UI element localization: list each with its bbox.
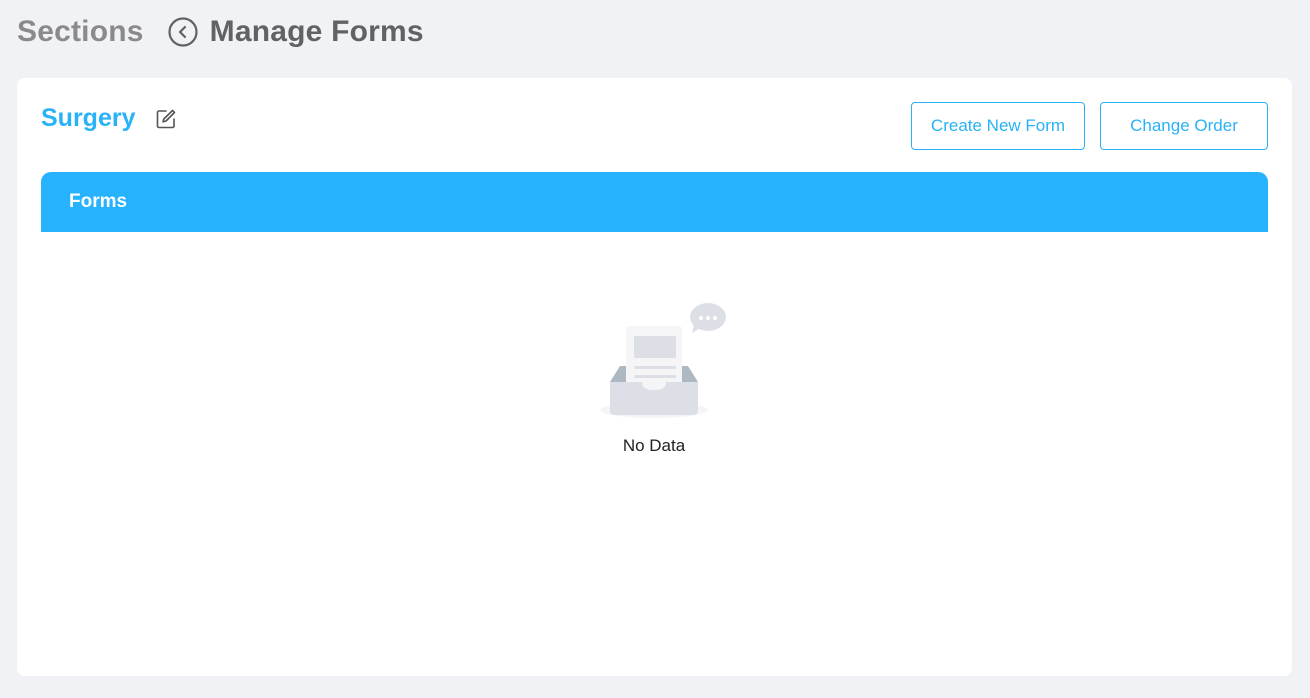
section-card: Surgery Create New Form Change Order For… — [17, 78, 1292, 676]
forms-header-label: Forms — [69, 191, 128, 212]
edit-section-button[interactable] — [155, 108, 177, 130]
change-order-button[interactable]: Change Order — [1100, 102, 1268, 150]
breadcrumb-sections[interactable]: Sections — [17, 15, 144, 49]
forms-table-header: Forms — [41, 172, 1268, 232]
create-new-form-button[interactable]: Create New Form — [911, 102, 1085, 150]
back-button[interactable] — [168, 17, 198, 47]
edit-icon — [156, 109, 176, 129]
section-name: Surgery — [41, 104, 136, 132]
page-header: Sections Manage Forms — [17, 12, 424, 52]
empty-state-text: No Data — [622, 436, 686, 455]
back-arrow-circle-icon — [168, 17, 198, 47]
page-title: Manage Forms — [209, 15, 424, 48]
